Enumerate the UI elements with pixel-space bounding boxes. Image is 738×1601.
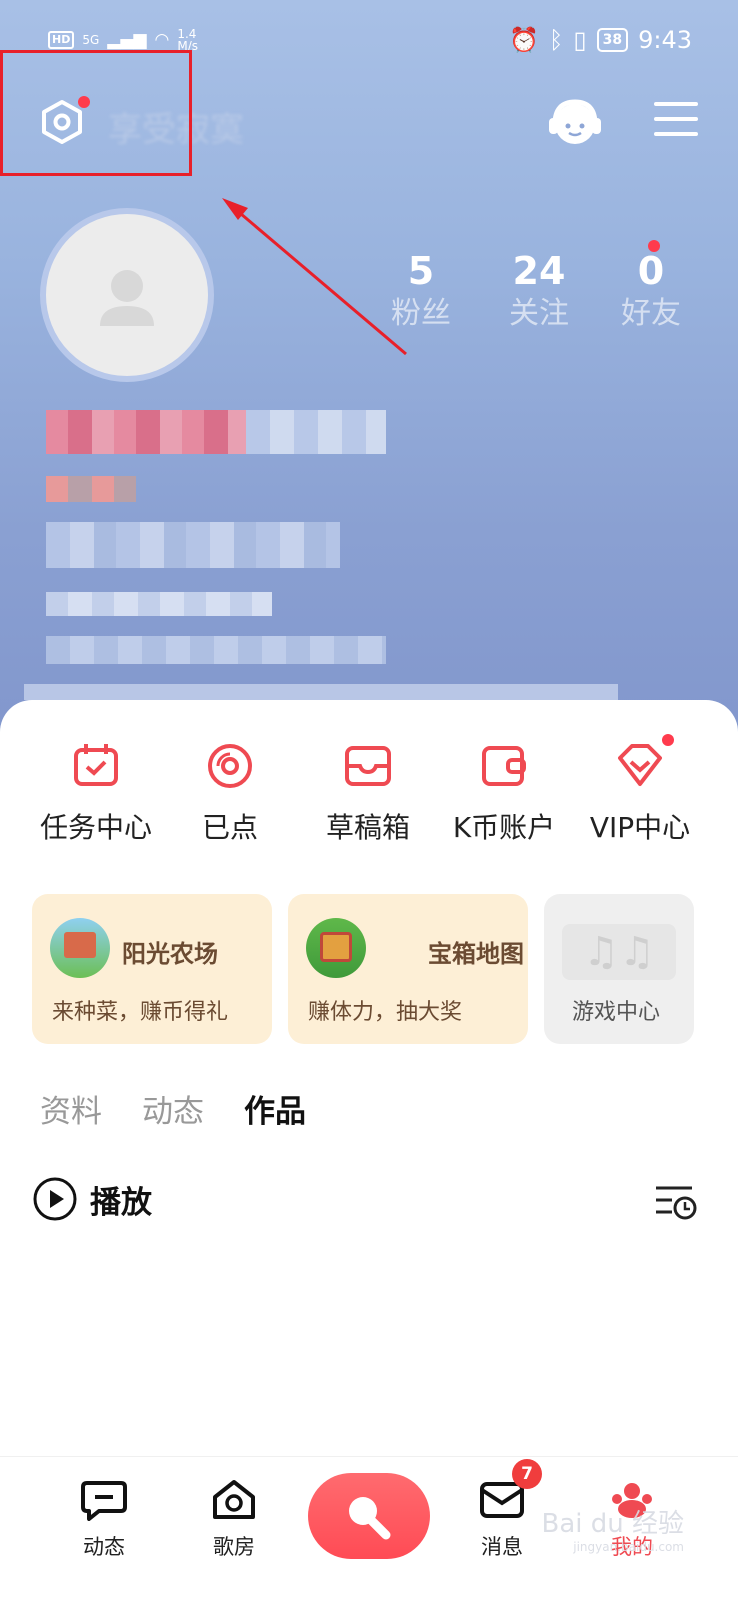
quick-action-played[interactable]: 已点 [160, 740, 300, 846]
stat-fans-count: 5 [407, 249, 435, 293]
watermark-subtext: jingyan.baidu.com [573, 1540, 684, 1554]
avatar[interactable] [40, 208, 214, 382]
card-sunshine-farm[interactable]: 阳光农场 来种菜，赚币得礼 [32, 894, 272, 1044]
watermark-text: Bai du 经验 [541, 1509, 684, 1539]
chat-bubble-icon [81, 1481, 127, 1521]
play-row: 播放 [32, 1172, 698, 1228]
card-subtitle: 游戏中心 [572, 1000, 661, 1025]
disc-icon [204, 740, 256, 792]
play-all-button[interactable]: 播放 [32, 1176, 152, 1222]
house-icon [213, 1480, 255, 1519]
friends-notification-dot [648, 240, 660, 252]
playlist-clock-icon [656, 1186, 697, 1220]
nav-label: 消息 [481, 1535, 523, 1559]
wallet-icon [478, 740, 530, 792]
tab-works[interactable]: 作品 [244, 1086, 306, 1131]
nav-feed[interactable]: 动态 [54, 1479, 154, 1561]
nav-song-room[interactable]: 歌房 [184, 1479, 284, 1561]
card-subtitle: 来种菜，赚币得礼 [52, 1000, 229, 1025]
play-label: 播放 [90, 1184, 152, 1221]
quick-action-label: 草稿箱 [325, 811, 410, 844]
mosaic-block [46, 592, 272, 616]
tab-feed[interactable]: 动态 [142, 1086, 204, 1131]
mosaic-block [46, 410, 246, 454]
quick-action-label: 已点 [201, 811, 258, 844]
watermark: Bai du 经验 jingyan.baidu.com [541, 1503, 684, 1554]
inbox-icon [342, 740, 394, 792]
nav-label: 动态 [83, 1535, 125, 1559]
mosaic-block [46, 522, 340, 568]
mosaic-block [24, 684, 618, 700]
quick-action-label: VIP中心 [589, 811, 691, 844]
nav-label: 歌房 [213, 1535, 255, 1559]
stat-friends-label: 好友 [621, 296, 681, 331]
quick-action-task-center[interactable]: 任务中心 [26, 740, 166, 846]
stat-friends[interactable]: 0 好友 [614, 240, 688, 334]
card-title: 阳光农场 [122, 940, 218, 968]
profile-tabs: 资料 动态 作品 [40, 1086, 346, 1131]
diamond-icon [614, 734, 674, 792]
nav-messages[interactable]: 7 消息 [452, 1459, 552, 1561]
quick-action-label: K币账户 [452, 811, 556, 844]
mosaic-block [46, 636, 386, 664]
vip-notification-dot [662, 734, 674, 746]
card-game-center[interactable]: ♫♫ 游戏中心 [544, 894, 694, 1044]
quick-action-drafts[interactable]: 草稿箱 [298, 740, 438, 846]
mosaic-block [46, 476, 136, 502]
stat-fans-label: 粉丝 [391, 296, 451, 331]
messages-badge: 7 [512, 1459, 542, 1489]
mosaic-block [246, 410, 386, 454]
stat-following-label: 关注 [509, 296, 569, 331]
stat-fans[interactable]: 5 粉丝 [384, 248, 458, 334]
card-treasure-map[interactable]: 宝箱地图 赚体力，抽大奖 [288, 894, 528, 1044]
music-notes-icon: ♫♫ [562, 924, 676, 980]
tab-profile-info[interactable]: 资料 [40, 1086, 102, 1131]
play-circle-icon [33, 1177, 77, 1221]
farm-icon [50, 918, 110, 978]
quick-action-k-coin-account[interactable]: K币账户 [434, 740, 574, 846]
quick-action-vip-center[interactable]: VIP中心 [570, 734, 710, 846]
calendar-check-icon [70, 740, 122, 792]
playlist-history-button[interactable] [654, 1182, 698, 1222]
stat-following[interactable]: 24 关注 [502, 248, 576, 334]
stat-following-count: 24 [512, 249, 566, 293]
nav-sing-button[interactable] [308, 1473, 430, 1559]
card-title: 宝箱地图 [428, 940, 524, 968]
microphone-icon [349, 1497, 391, 1540]
default-user-icon [100, 270, 154, 326]
card-subtitle: 赚体力，抽大奖 [308, 1000, 463, 1025]
stat-friends-count: 0 [637, 249, 665, 293]
quick-action-label: 任务中心 [39, 811, 152, 844]
treasure-chest-icon [306, 918, 366, 978]
